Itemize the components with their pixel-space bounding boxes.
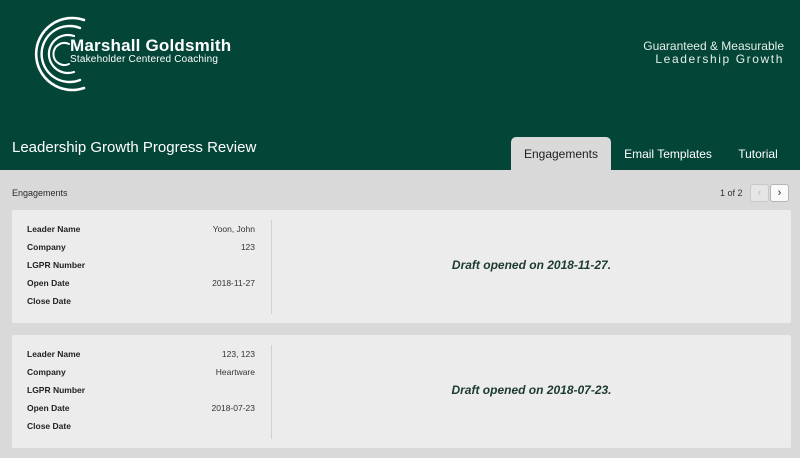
field-label: Company	[27, 242, 66, 252]
section-label: Engagements	[12, 188, 68, 198]
field-value: 123	[240, 242, 255, 252]
field-label: Leader Name	[27, 224, 81, 234]
field-value: 2018-11-27	[212, 278, 255, 288]
field-close-date: Close Date	[27, 421, 255, 439]
field-lgpr-number: LGPR Number	[27, 260, 255, 278]
tagline-line-2: Leadership Growth	[655, 52, 784, 66]
engagement-status: Draft opened on 2018-07-23.	[451, 383, 612, 397]
pager-count: 1 of 2	[720, 188, 743, 198]
field-lgpr-number: LGPR Number	[27, 385, 255, 403]
engagement-fields: Leader Name 123, 123 Company Heartware L…	[27, 349, 255, 439]
tagline: Guaranteed & Measurable Leadership Growt…	[643, 40, 784, 66]
field-close-date: Close Date	[27, 296, 255, 314]
field-label: Leader Name	[27, 349, 81, 359]
field-label: LGPR Number	[27, 260, 86, 270]
field-label: Open Date	[27, 403, 70, 413]
field-company: Company Heartware	[27, 367, 255, 385]
field-label: Open Date	[27, 278, 70, 288]
field-value: 2018-07-23	[211, 403, 255, 413]
tab-tutorial[interactable]: Tutorial	[728, 137, 788, 170]
engagement-card[interactable]: Leader Name 123, 123 Company Heartware L…	[12, 335, 791, 448]
field-label: LGPR Number	[27, 385, 86, 395]
page-title: Leadership Growth Progress Review	[12, 139, 257, 156]
chevron-left-icon: ‹	[757, 187, 762, 199]
field-leader-name: Leader Name Yoon, John	[27, 224, 255, 242]
field-company: Company 123	[27, 242, 255, 260]
chevron-right-icon: ›	[777, 187, 782, 199]
tab-engagements[interactable]: Engagements	[511, 137, 611, 170]
field-leader-name: Leader Name 123, 123	[27, 349, 255, 367]
field-value: Yoon, John	[212, 224, 255, 234]
brand-name: Marshall Goldsmith	[70, 36, 232, 55]
pager-next-button[interactable]: ›	[770, 184, 789, 202]
field-open-date: Open Date 2018-11-27	[27, 278, 255, 296]
field-value: Heartware	[215, 367, 255, 377]
field-label: Close Date	[27, 421, 71, 431]
engagement-fields: Leader Name Yoon, John Company 123 LGPR …	[27, 224, 255, 314]
field-value: 123, 123	[221, 349, 255, 359]
tab-email-templates[interactable]: Email Templates	[617, 137, 719, 170]
field-label: Close Date	[27, 296, 71, 306]
engagement-status: Draft opened on 2018-11-27.	[451, 258, 612, 272]
field-open-date: Open Date 2018-07-23	[27, 403, 255, 421]
pager-prev-button[interactable]: ‹	[750, 184, 769, 202]
brand-subtitle: Stakeholder Centered Coaching	[70, 54, 219, 65]
engagement-card[interactable]: Leader Name Yoon, John Company 123 LGPR …	[12, 210, 791, 323]
field-label: Company	[27, 367, 66, 377]
